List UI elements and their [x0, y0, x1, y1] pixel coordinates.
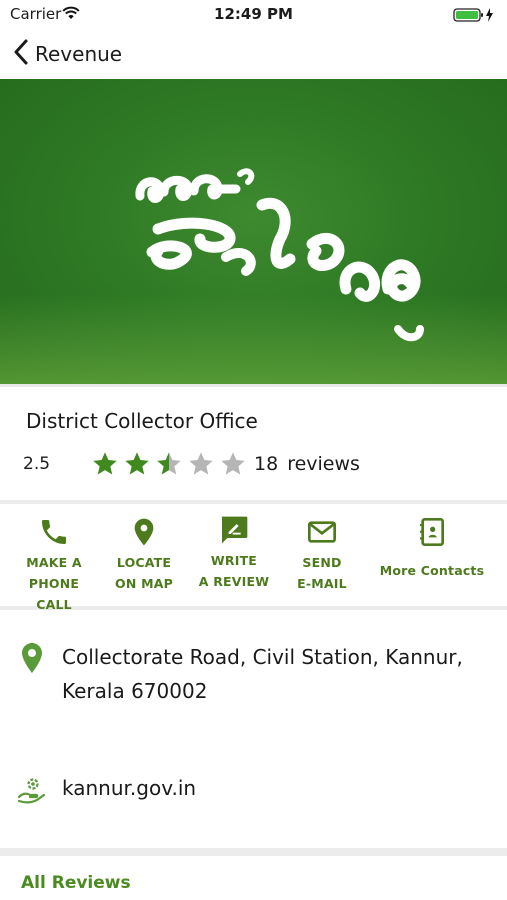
all-reviews-header[interactable]: All Reviews	[21, 873, 131, 893]
action-label-line1: MAKE A	[26, 555, 82, 570]
website-hand-gear-icon	[17, 775, 47, 809]
star-empty-icon	[189, 452, 213, 475]
mail-icon	[284, 516, 360, 552]
make-phone-call-button[interactable]: MAKE A PHONE CALL	[10, 516, 98, 615]
action-label-line2: PHONE CALL	[28, 576, 80, 612]
star-empty-icon	[221, 452, 245, 475]
location-pin-icon	[20, 642, 44, 678]
office-name: District Collector Office	[26, 409, 258, 433]
action-label-line1: LOCATE	[116, 555, 172, 570]
star-full-icon	[93, 452, 117, 475]
rating-value: 2.5	[23, 454, 51, 474]
back-label: Revenue	[35, 42, 123, 66]
action-label-line2: E-MAIL	[297, 576, 347, 591]
battery-icon	[453, 7, 497, 27]
action-bar: MAKE A PHONE CALL LOCATE ON MAP WRITE A …	[0, 500, 507, 612]
review-count-label: reviews	[287, 453, 360, 475]
star-rating[interactable]	[90, 450, 250, 478]
write-review-icon	[192, 514, 276, 550]
phone-icon	[10, 516, 98, 552]
back-button[interactable]: Revenue	[13, 39, 122, 69]
action-label-line1: More Contacts	[379, 563, 485, 578]
banner-image	[0, 79, 507, 384]
address-line-1: Collectorate Road, Civil Station, Kannur…	[62, 645, 463, 669]
action-label-line1: WRITE	[210, 553, 258, 568]
star-full-icon	[125, 452, 149, 475]
status-bar: Carrier 12:49 PM	[0, 0, 507, 30]
action-label-line1: SEND	[302, 555, 342, 570]
action-label-line2: A REVIEW	[198, 574, 270, 589]
section-divider	[0, 848, 507, 856]
review-count: 18	[254, 453, 279, 475]
rating-row: 2.5 18 reviews	[23, 449, 360, 479]
address-text: Collectorate Road, Civil Station, Kannur…	[62, 640, 492, 708]
clock: 12:49 PM	[214, 5, 293, 23]
action-label-line2: ON MAP	[115, 576, 173, 591]
chevron-left-icon	[13, 39, 29, 69]
office-info-card: District Collector Office 2.5 18 reviews	[0, 384, 507, 500]
contacts-book-icon	[376, 516, 488, 552]
map-pin-icon	[104, 516, 184, 552]
star-half-icon	[157, 452, 181, 475]
send-email-button[interactable]: SEND E-MAIL	[284, 516, 360, 594]
website-link[interactable]: kannur.gov.in	[62, 776, 196, 800]
address-section: Collectorate Road, Civil Station, Kannur…	[0, 610, 507, 850]
ente-jilla-logo	[135, 168, 424, 342]
address-line-2: Kerala 670002	[62, 679, 208, 703]
navigation-bar: Revenue	[0, 30, 507, 79]
more-contacts-button[interactable]: More Contacts	[376, 516, 488, 581]
locate-on-map-button[interactable]: LOCATE ON MAP	[104, 516, 184, 594]
write-review-button[interactable]: WRITE A REVIEW	[192, 514, 276, 592]
